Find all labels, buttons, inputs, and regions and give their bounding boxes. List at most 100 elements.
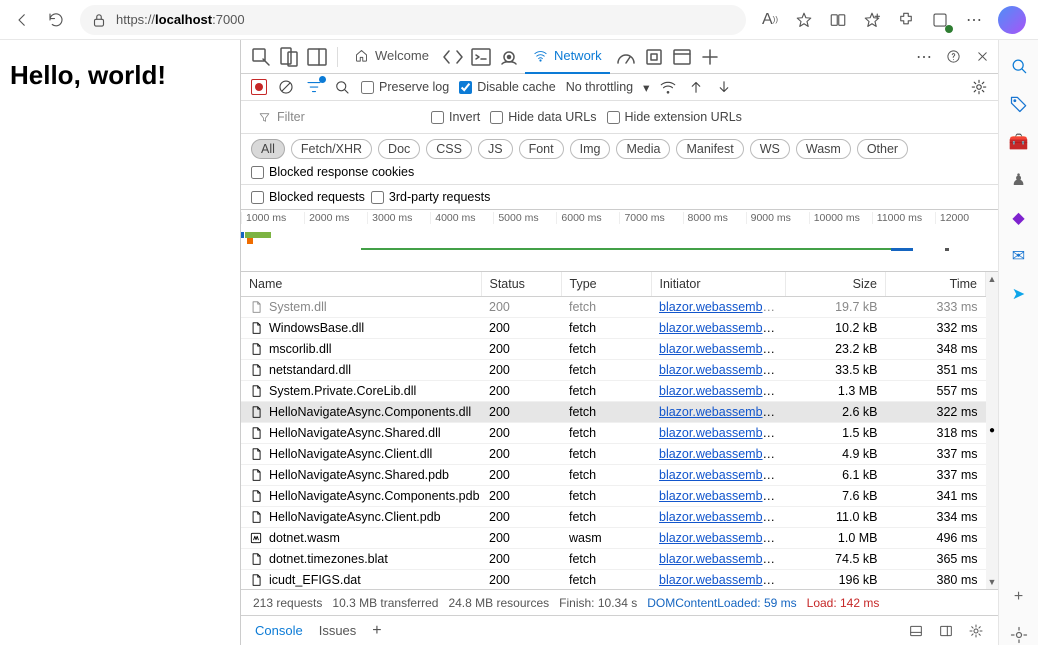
sources-icon[interactable] — [497, 45, 521, 69]
table-row[interactable]: netstandard.dll200fetchblazor.webassembl… — [241, 360, 986, 381]
col-size[interactable]: Size — [786, 272, 886, 297]
filter-pill-img[interactable]: Img — [570, 139, 611, 159]
hide-data-urls-checkbox[interactable]: Hide data URLs — [490, 110, 596, 124]
throttling-select[interactable]: No throttling — [566, 80, 633, 94]
tab-welcome[interactable]: Welcome — [346, 40, 437, 74]
timeline-overview[interactable]: 1000 ms2000 ms3000 ms4000 ms5000 ms6000 … — [241, 210, 998, 272]
elements-icon[interactable] — [441, 45, 465, 69]
drawer-tab-issues[interactable]: Issues — [319, 623, 357, 638]
filter-pill-fetch-xhr[interactable]: Fetch/XHR — [291, 139, 372, 159]
games-icon[interactable]: ♟ — [1009, 170, 1029, 190]
import-har-icon[interactable] — [687, 78, 705, 96]
back-button[interactable] — [12, 10, 32, 30]
read-aloud-icon[interactable]: A)) — [760, 10, 780, 30]
hide-extension-urls-checkbox[interactable]: Hide extension URLs — [607, 110, 742, 124]
drawer-panel-icon[interactable] — [938, 623, 954, 639]
refresh-button[interactable] — [46, 10, 66, 30]
inspect-icon[interactable] — [249, 45, 273, 69]
table-row[interactable]: HelloNavigateAsync.Client.pdb200fetchbla… — [241, 507, 986, 528]
scroll-up-icon[interactable]: ▲ — [988, 274, 997, 284]
network-conditions-icon[interactable] — [659, 78, 677, 96]
blocked-requests-checkbox[interactable]: Blocked requests — [251, 190, 365, 204]
sidebar-settings-icon[interactable] — [1009, 625, 1029, 645]
url-field[interactable]: https://localhost:7000 — [80, 5, 746, 35]
record-button[interactable] — [251, 79, 267, 95]
preserve-log-checkbox[interactable]: Preserve log — [361, 80, 449, 94]
office-icon[interactable]: ◆ — [1009, 208, 1029, 228]
network-settings-icon[interactable] — [970, 78, 988, 96]
drawer-dock-icon[interactable] — [908, 623, 924, 639]
drawer-add-icon[interactable]: + — [372, 622, 381, 640]
filter-pill-all[interactable]: All — [251, 139, 285, 159]
filter-pill-font[interactable]: Font — [519, 139, 564, 159]
search-icon[interactable] — [333, 78, 351, 96]
filter-input[interactable]: Filter — [251, 105, 421, 129]
col-initiator[interactable]: Initiator — [651, 272, 786, 297]
performance-icon[interactable] — [614, 45, 638, 69]
col-time[interactable]: Time — [886, 272, 986, 297]
export-har-icon[interactable] — [715, 78, 733, 96]
table-row[interactable]: icudt_EFIGS.dat200fetchblazor.webassembl… — [241, 570, 986, 590]
table-row[interactable]: HelloNavigateAsync.Client.dll200fetchbla… — [241, 444, 986, 465]
edge-sidebar: 🧰 ♟ ◆ ✉ ➤ + — [998, 40, 1038, 645]
dock-icon[interactable] — [305, 45, 329, 69]
table-row[interactable]: System.Private.CoreLib.dll200fetchblazor… — [241, 381, 986, 402]
disable-cache-checkbox[interactable]: Disable cache — [459, 80, 556, 94]
more-icon[interactable]: ⋯ — [964, 10, 984, 30]
col-type[interactable]: Type — [561, 272, 651, 297]
console-icon[interactable] — [469, 45, 493, 69]
table-row[interactable]: dotnet.timezones.blat200fetchblazor.weba… — [241, 549, 986, 570]
filter-pill-other[interactable]: Other — [857, 139, 908, 159]
more-tools-icon[interactable]: ⋯ — [916, 47, 932, 67]
table-row[interactable]: HelloNavigateAsync.Components.pdb200fetc… — [241, 486, 986, 507]
filter-pill-css[interactable]: CSS — [426, 139, 472, 159]
table-row[interactable]: HelloNavigateAsync.Components.dll200fetc… — [241, 402, 986, 423]
add-tab-icon[interactable] — [698, 45, 722, 69]
col-status[interactable]: Status — [481, 272, 561, 297]
drawer-settings-icon[interactable] — [968, 623, 984, 639]
clear-button[interactable] — [277, 78, 295, 96]
search-sidebar-icon[interactable] — [1009, 56, 1029, 76]
table-row[interactable]: dotnet.wasm200wasmblazor.webassembly.js:… — [241, 528, 986, 549]
wifi-icon — [533, 48, 548, 63]
send-icon[interactable]: ➤ — [1009, 284, 1029, 304]
filter-pill-js[interactable]: JS — [478, 139, 513, 159]
favorite-icon[interactable] — [794, 10, 814, 30]
filter-pill-media[interactable]: Media — [616, 139, 670, 159]
extensions-icon[interactable] — [896, 10, 916, 30]
split-screen-icon[interactable] — [828, 10, 848, 30]
table-row[interactable]: System.dll200fetchblazor.webassembly.js:… — [241, 297, 986, 318]
filter-pill-manifest[interactable]: Manifest — [676, 139, 743, 159]
throttling-chevron-icon[interactable]: ▾ — [643, 80, 649, 95]
filter-toggle-icon[interactable] — [305, 78, 323, 96]
table-row[interactable]: HelloNavigateAsync.Shared.dll200fetchbla… — [241, 423, 986, 444]
third-party-checkbox[interactable]: 3rd-party requests — [371, 190, 490, 204]
invert-checkbox[interactable]: Invert — [431, 110, 480, 124]
shopping-tag-icon[interactable] — [1009, 94, 1029, 114]
table-row[interactable]: HelloNavigateAsync.Shared.pdb200fetchbla… — [241, 465, 986, 486]
table-row[interactable]: WindowsBase.dll200fetchblazor.webassembl… — [241, 318, 986, 339]
collections-icon[interactable] — [930, 10, 950, 30]
tab-network[interactable]: Network — [525, 40, 610, 74]
memory-icon[interactable] — [642, 45, 666, 69]
application-icon[interactable] — [670, 45, 694, 69]
add-sidebar-icon[interactable]: + — [1009, 587, 1029, 607]
col-name[interactable]: Name — [241, 272, 481, 297]
copilot-icon[interactable] — [998, 6, 1026, 34]
filter-pill-ws[interactable]: WS — [750, 139, 790, 159]
favorites-list-icon[interactable] — [862, 10, 882, 30]
filter-pill-wasm[interactable]: Wasm — [796, 139, 851, 159]
outlook-icon[interactable]: ✉ — [1009, 246, 1029, 266]
drawer-tab-console[interactable]: Console — [255, 623, 303, 638]
network-table[interactable]: Name Status Type Initiator Size Time Sys… — [241, 272, 986, 589]
blocked-cookies-checkbox[interactable]: Blocked response cookies — [251, 165, 414, 179]
status-dcl: DOMContentLoaded: 59 ms — [647, 596, 796, 610]
scroll-down-icon[interactable]: ▼ — [988, 577, 997, 587]
tools-icon[interactable]: 🧰 — [1009, 132, 1029, 152]
close-devtools-icon[interactable] — [975, 49, 990, 64]
table-scrollbar[interactable]: ▲ ● ▼ — [986, 272, 998, 589]
filter-pill-doc[interactable]: Doc — [378, 139, 420, 159]
device-icon[interactable] — [277, 45, 301, 69]
help-icon[interactable] — [946, 49, 961, 64]
table-row[interactable]: mscorlib.dll200fetchblazor.webassembly.j… — [241, 339, 986, 360]
